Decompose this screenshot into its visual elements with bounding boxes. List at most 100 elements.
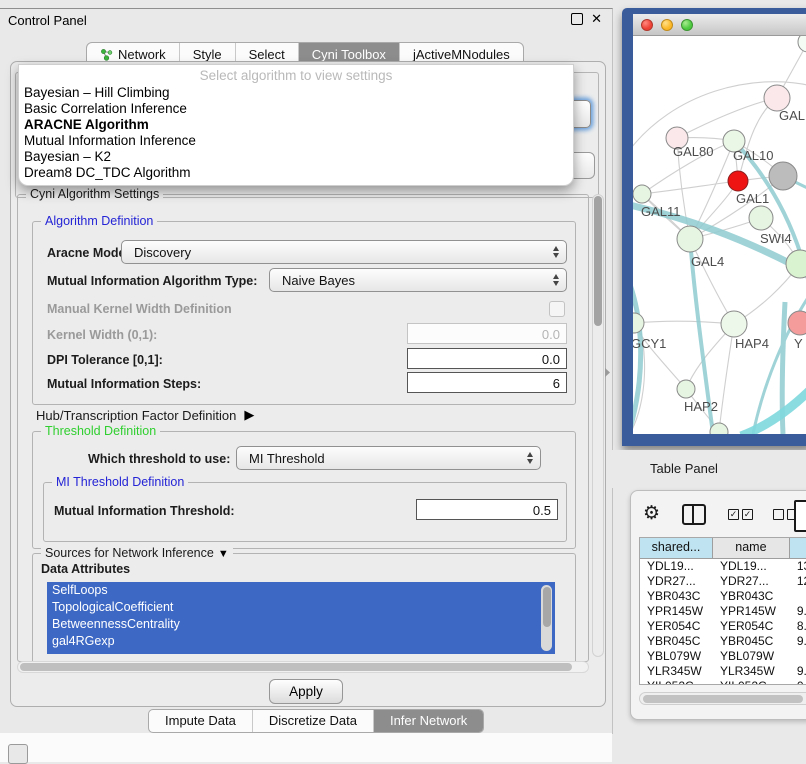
network-node-gal1[interactable] xyxy=(749,206,773,230)
table-cell: YLR345W xyxy=(640,664,713,679)
table-cell: 13 xyxy=(790,559,806,574)
mi-type-select[interactable]: Naive Bayes xyxy=(269,268,567,292)
table-row[interactable]: YLR345WYLR345W9. xyxy=(640,664,806,679)
close-panel-icon[interactable]: ✕ xyxy=(591,12,602,26)
dropdown-item[interactable]: Mutual Information Inference xyxy=(19,133,573,149)
data-attributes-list[interactable]: SelfLoopsTopologicalCoefficientBetweenne… xyxy=(47,582,555,654)
dropdown-item[interactable]: Basic Correlation Inference xyxy=(19,101,573,117)
aracne-mode-select[interactable]: Discovery xyxy=(121,240,567,264)
data-attribute-item[interactable]: TopologicalCoefficient xyxy=(47,599,555,616)
float-panel-icon[interactable] xyxy=(571,13,583,25)
dropdown-item[interactable]: Bayesian – K2 xyxy=(19,149,573,165)
tab-infer-network[interactable]: Infer Network xyxy=(373,710,483,732)
node-table: shared... name YDL19...YDL19...13YDR27..… xyxy=(639,537,806,685)
table-row[interactable]: YBR045CYBR045C9. xyxy=(640,634,806,649)
mi-threshold-input[interactable]: 0.5 xyxy=(416,499,558,520)
data-attribute-item[interactable]: SelfLoops xyxy=(47,582,555,599)
network-node-gcy1[interactable] xyxy=(633,313,644,333)
which-threshold-select[interactable]: MI Threshold xyxy=(236,446,541,470)
table-header-row: shared... name xyxy=(640,538,806,559)
table-toolbar: ⚙ xyxy=(631,491,806,537)
network-canvas[interactable]: GALGAL80GAL10GAL1GAL11SWI4GAL4GCY1HAP4YH… xyxy=(633,36,806,434)
dropdown-item[interactable]: Dream8 DC_TDC Algorithm xyxy=(19,165,573,181)
table-panel-window: ⚙ shared... name YDL19...YDL19...13YDR27… xyxy=(630,490,806,720)
scrollbar-thumb[interactable] xyxy=(20,663,572,671)
table-row[interactable]: YBL079WYBL079W xyxy=(640,649,806,664)
combo-value: Naive Bayes xyxy=(282,273,355,288)
mi-steps-input[interactable]: 6 xyxy=(407,372,567,393)
manual-kernel-checkbox[interactable] xyxy=(549,301,565,317)
data-attribute-item[interactable]: gal4RGexp xyxy=(47,633,555,650)
group-title: Threshold Definition xyxy=(41,424,160,438)
network-node-hap2[interactable] xyxy=(677,380,695,398)
node-label: GAL xyxy=(779,108,805,123)
table-cell: 8. xyxy=(790,619,806,634)
settings-horizontal-scrollbar[interactable] xyxy=(17,661,589,673)
table-cell: YIL052C xyxy=(713,679,790,685)
table-row[interactable]: YPR145WYPR145W9. xyxy=(640,604,806,619)
network-node-hap4[interactable] xyxy=(721,311,747,337)
select-all-checkboxes-icon[interactable] xyxy=(728,509,753,520)
scrollbar-thumb[interactable] xyxy=(543,587,551,627)
dropdown-item[interactable]: ARACNE Algorithm xyxy=(19,117,573,133)
stepper-icon xyxy=(527,452,533,464)
network-node[interactable] xyxy=(798,36,806,52)
table-row[interactable]: YER054CYER054C8. xyxy=(640,619,806,634)
gear-icon[interactable]: ⚙ xyxy=(643,504,660,524)
column-header-partial[interactable] xyxy=(790,538,806,558)
unchecked-checkbox-icon xyxy=(773,509,784,520)
table-row[interactable]: YDL19...YDL19...13 xyxy=(640,559,806,574)
sources-collapser[interactable]: Sources for Network Inference▼ xyxy=(41,546,233,560)
mi-type-label: Mutual Information Algorithm Type: xyxy=(47,274,257,288)
table-panel-bar: Table Panel xyxy=(612,450,806,488)
scrollbar-thumb[interactable] xyxy=(643,695,803,703)
apply-button[interactable]: Apply xyxy=(269,679,343,704)
combo-value: Discovery xyxy=(134,245,191,260)
which-threshold-label: Which threshold to use: xyxy=(88,452,230,466)
network-node-gal11[interactable] xyxy=(633,185,651,203)
bottom-strip xyxy=(0,733,612,762)
network-node-gal4[interactable] xyxy=(677,226,703,252)
kernel-width-input[interactable]: 0.0 xyxy=(407,323,567,344)
sources-title: Sources for Network Inference xyxy=(45,546,214,560)
node-label: GAL10 xyxy=(733,148,773,163)
kernel-width-label: Kernel Width (0,1): xyxy=(47,328,157,342)
minimize-window-icon[interactable] xyxy=(661,19,673,31)
zoom-window-icon[interactable] xyxy=(681,19,693,31)
table-row[interactable]: YBR043CYBR043C xyxy=(640,589,806,604)
data-attribute-item[interactable]: BetweennessCentrality xyxy=(47,616,555,633)
node-label: HAP2 xyxy=(684,399,718,414)
table-row[interactable]: YDR27...YDR27...12 xyxy=(640,574,806,589)
node-label: HAP4 xyxy=(735,336,769,351)
column-header-name[interactable]: name xyxy=(713,538,790,558)
table-cell: 9. xyxy=(790,664,806,679)
table-function-icon[interactable] xyxy=(794,500,806,532)
panel-grip-button[interactable] xyxy=(8,744,28,764)
dpi-tolerance-input[interactable]: 0.0 xyxy=(407,348,567,369)
column-view-icon[interactable] xyxy=(682,504,706,525)
table-panel-title: Table Panel xyxy=(650,461,718,476)
network-node[interactable] xyxy=(728,171,748,191)
network-node-y[interactable] xyxy=(788,311,806,335)
hub-definition-expander[interactable]: Hub/Transcription Factor Definition ▶ xyxy=(36,407,254,423)
table-cell xyxy=(790,649,806,664)
panel-title: Control Panel xyxy=(8,13,87,28)
network-node[interactable] xyxy=(769,162,797,190)
tab-discretize-data[interactable]: Discretize Data xyxy=(252,710,373,732)
settings-vertical-scrollbar[interactable] xyxy=(592,194,604,657)
dropdown-item[interactable]: Bayesian – Hill Climbing xyxy=(19,85,573,101)
scrollbar-thumb[interactable] xyxy=(594,196,602,326)
tab-impute-data[interactable]: Impute Data xyxy=(149,710,252,732)
close-window-icon[interactable] xyxy=(641,19,653,31)
network-node-swi4[interactable] xyxy=(786,250,806,278)
node-label: GAL80 xyxy=(673,144,713,159)
column-header-shared-name[interactable]: shared... xyxy=(640,538,713,558)
table-cell: YPR145W xyxy=(713,604,790,619)
sources-group: Sources for Network Inference▼ Data Attr… xyxy=(32,553,576,661)
control-panel-titlebar: Control Panel ✕ xyxy=(0,9,612,33)
list-scrollbar[interactable] xyxy=(541,585,552,651)
node-label: GAL11 xyxy=(641,204,681,219)
table-horizontal-scrollbar[interactable] xyxy=(639,692,806,705)
table-row[interactable]: YIL052CYIL052C0. xyxy=(640,679,806,685)
node-label: GAL4 xyxy=(691,254,724,269)
